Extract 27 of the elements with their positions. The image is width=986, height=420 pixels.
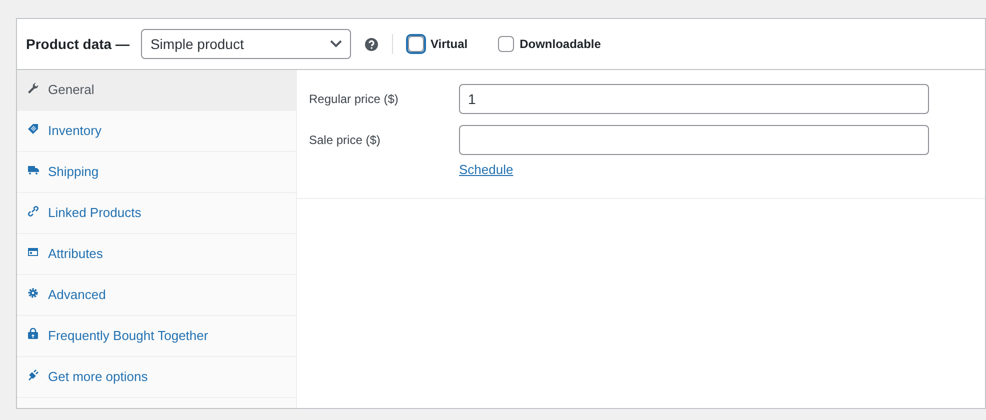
checkbox-label: Downloadable (520, 36, 601, 53)
gear-icon (27, 287, 39, 299)
field-label: Sale price ($) (309, 132, 382, 149)
help-icon[interactable] (365, 38, 378, 50)
sidebar-tab[interactable]: General (17, 70, 296, 111)
sidebar-tab[interactable]: Attributes (17, 234, 296, 275)
link-icon (27, 205, 39, 217)
sidebar-tab[interactable]: Get more options (17, 357, 296, 398)
price-field[interactable]: 1 (459, 84, 929, 114)
sidebar-tab[interactable]: Shipping (17, 152, 296, 193)
sidebar-tab[interactable]: Inventory (17, 111, 296, 152)
plug-icon (27, 369, 39, 381)
chevron-icon (330, 40, 342, 48)
checkbox[interactable] (498, 36, 514, 52)
sidebar-tab[interactable]: Linked Products (17, 193, 296, 234)
sidebar-tab[interactable]: Advanced (17, 275, 296, 316)
panel-title: Product data — (26, 34, 130, 54)
truck-icon (27, 164, 39, 176)
schedule-link[interactable]: Schedule (459, 162, 514, 177)
wrench-icon (27, 82, 39, 94)
tag-icon (27, 123, 39, 135)
product-type-select[interactable]: Simple product (141, 29, 352, 59)
sidebar-tab[interactable]: Frequently Bought Together (17, 316, 296, 357)
checkbox-label: Virtual (430, 36, 468, 53)
field-label: Regular price ($) (309, 91, 400, 108)
price-field[interactable] (459, 125, 929, 155)
card-icon (27, 246, 39, 258)
